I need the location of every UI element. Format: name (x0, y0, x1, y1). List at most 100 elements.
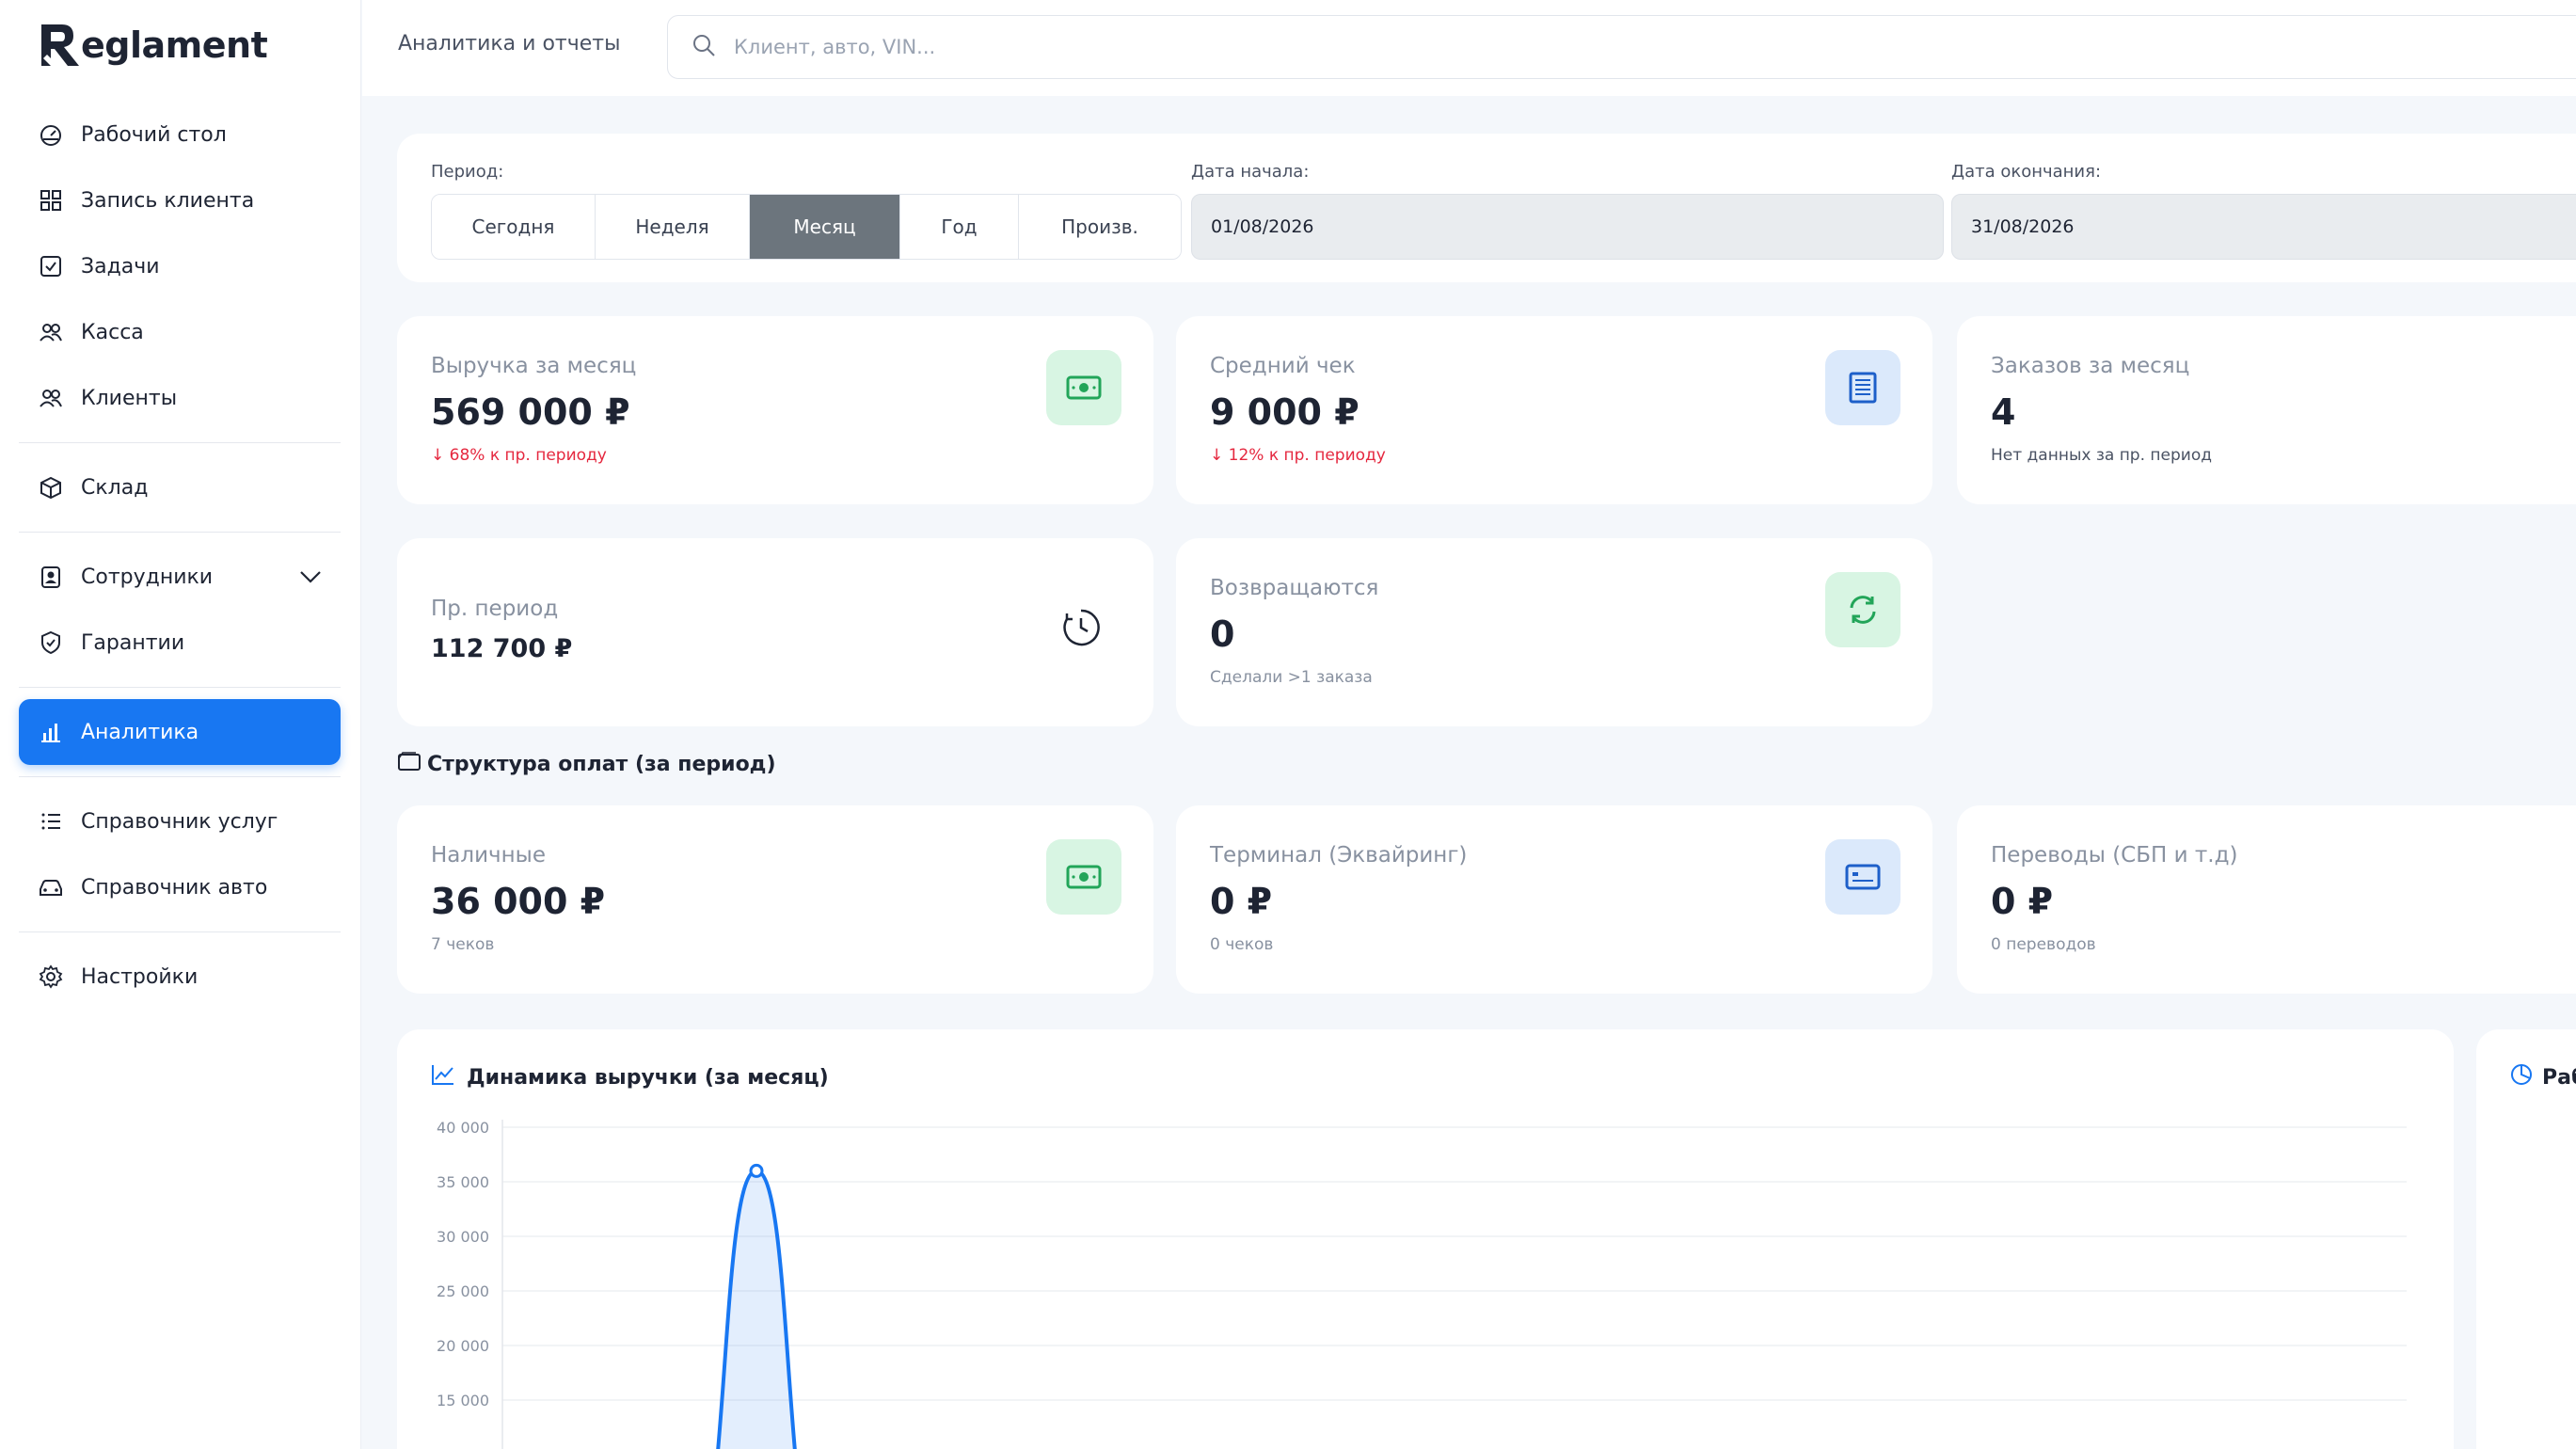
badge-icon (38, 564, 64, 590)
revenue-label: Выручка за месяц (431, 354, 637, 378)
sidebar-item-label: Задачи (81, 254, 160, 279)
terminal-note: 0 чеков (1210, 935, 1274, 954)
start-date-label: Дата начала: (1191, 162, 1310, 182)
returning-value: 0 (1210, 613, 1235, 655)
sidebar-item-label: Аналитика (81, 720, 199, 744)
transfers-payments-card: Переводы (СБП и т.д) 0 ₽ 0 переводов (1957, 805, 2576, 994)
transfers-value: 0 ₽ (1991, 881, 2054, 922)
sidebar-item-client-booking[interactable]: Запись клиента (19, 167, 341, 233)
revenue-card: Выручка за месяц 569 000 ₽ ↓ 68% к пр. п… (397, 316, 1153, 504)
cash-note: 7 чеков (431, 935, 495, 954)
logo-icon (41, 24, 79, 66)
cash-icon (1046, 839, 1121, 915)
sidebar-nav: Рабочий стол Запись клиента Задачи Касса… (19, 102, 341, 1010)
nav-divider (19, 442, 341, 443)
period-segmented-control: Сегодня Неделя Месяц Год Произв. (431, 194, 1182, 260)
period-option-year[interactable]: Год (900, 195, 1019, 259)
revenue-delta: ↓ 68% к пр. периоду (431, 446, 607, 465)
side-chart-title-text: Раб (2542, 1065, 2576, 1090)
terminal-payments-card: Терминал (Эквайринг) 0 ₽ 0 чеков (1176, 805, 1932, 994)
car-icon (38, 874, 64, 900)
sidebar-item-label: Запись клиента (81, 188, 255, 213)
revenue-chart-plot: 40 000 35 000 30 000 25 000 20 000 15 000 (437, 1119, 2407, 1449)
y-tick-label: 20 000 (437, 1337, 489, 1355)
clock-icon (1061, 608, 1101, 651)
orders-label: Заказов за месяц (1991, 354, 2190, 378)
users-icon (38, 385, 64, 411)
chevron-down-icon[interactable] (299, 566, 322, 590)
revenue-area-fill (718, 1170, 795, 1449)
prev-period-card: Пр. период 112 700 ₽ (397, 538, 1153, 726)
bar-chart-icon (38, 719, 64, 745)
returning-note: Сделали >1 заказа (1210, 668, 1373, 687)
search-input[interactable] (734, 36, 2239, 58)
period-option-custom[interactable]: Произв. (1019, 195, 1181, 259)
terminal-value: 0 ₽ (1210, 881, 1273, 922)
search-icon (691, 32, 717, 62)
sidebar-item-cashier[interactable]: Касса (19, 299, 341, 365)
start-date-input[interactable]: 01/08/2026 (1191, 194, 1944, 260)
avg-check-value: 9 000 ₽ (1210, 391, 1360, 433)
orders-value: 4 (1991, 391, 2016, 433)
period-option-month[interactable]: Месяц (750, 195, 900, 259)
y-tick-label: 40 000 (437, 1119, 489, 1137)
search-box[interactable] (667, 15, 2576, 79)
sidebar: eglament Рабочий стол Запись клиента Зад… (0, 0, 361, 1449)
sidebar-item-analytics[interactable]: Аналитика (19, 699, 341, 765)
side-chart-card: Раб (2476, 1029, 2576, 1449)
payments-section-title: Структура оплат (за период) (397, 751, 776, 777)
pie-chart-icon (2510, 1063, 2542, 1091)
orders-note: Нет данных за пр. период (1991, 446, 2212, 465)
brand-logo[interactable]: eglament (38, 21, 268, 70)
cash-value: 36 000 ₽ (431, 881, 606, 922)
credit-card-icon (1825, 839, 1900, 915)
avg-check-label: Средний чек (1210, 354, 1356, 378)
sidebar-item-settings[interactable]: Настройки (19, 944, 341, 1010)
sidebar-item-warehouse[interactable]: Склад (19, 454, 341, 520)
end-date-input[interactable]: 31/08/2026 (1951, 194, 2576, 260)
brand-name: eglament (81, 24, 268, 66)
terminal-label: Терминал (Эквайринг) (1210, 843, 1468, 868)
sidebar-item-employees[interactable]: Сотрудники (19, 544, 341, 610)
users-icon (38, 319, 64, 345)
sidebar-item-label: Гарантии (81, 630, 185, 655)
transfers-label: Переводы (СБП и т.д) (1991, 843, 2238, 868)
sidebar-item-clients[interactable]: Клиенты (19, 365, 341, 431)
period-panel: Период: Сегодня Неделя Месяц Год Произв.… (397, 134, 2576, 282)
returning-label: Возвращаются (1210, 576, 1379, 600)
y-tick-label: 30 000 (437, 1228, 489, 1246)
prev-period-label: Пр. период (431, 597, 559, 621)
sidebar-item-tasks[interactable]: Задачи (19, 233, 341, 299)
dashboard-icon (38, 121, 64, 148)
nav-divider (19, 532, 341, 533)
revenue-chart-card: Динамика выручки (за месяц) 40 000 35 000… (397, 1029, 2454, 1449)
sidebar-item-services-directory[interactable]: Справочник услуг (19, 788, 341, 854)
avg-check-delta: ↓ 12% к пр. периоду (1210, 446, 1386, 465)
transfers-note: 0 переводов (1991, 935, 2096, 954)
sidebar-item-cars-directory[interactable]: Справочник авто (19, 854, 341, 920)
refresh-icon (1825, 572, 1900, 647)
period-option-week[interactable]: Неделя (596, 195, 750, 259)
nav-divider (19, 776, 341, 777)
wallet-icon (397, 751, 427, 777)
y-tick-label: 35 000 (437, 1173, 489, 1191)
top-bar: Аналитика и отчеты (362, 0, 2576, 96)
sidebar-item-label: Справочник услуг (81, 809, 278, 834)
y-tick-label: 25 000 (437, 1282, 489, 1300)
revenue-peak-point[interactable] (749, 1163, 764, 1178)
page-title: Аналитика и отчеты (398, 32, 621, 56)
cash-label: Наличные (431, 843, 546, 868)
end-date-label: Дата окончания: (1951, 162, 2102, 182)
sidebar-item-dashboard[interactable]: Рабочий стол (19, 102, 341, 167)
sidebar-item-warranties[interactable]: Гарантии (19, 610, 341, 676)
grid-icon (38, 187, 64, 214)
returning-card: Возвращаются 0 Сделали >1 заказа (1176, 538, 1932, 726)
sidebar-item-label: Рабочий стол (81, 122, 227, 147)
side-chart-title: Раб (2510, 1063, 2576, 1091)
period-option-today[interactable]: Сегодня (432, 195, 596, 259)
revenue-value: 569 000 ₽ (431, 391, 630, 433)
list-icon (38, 808, 64, 835)
orders-card: Заказов за месяц 4 Нет данных за пр. пер… (1957, 316, 2576, 504)
shield-icon (38, 629, 64, 656)
box-icon (38, 474, 64, 501)
